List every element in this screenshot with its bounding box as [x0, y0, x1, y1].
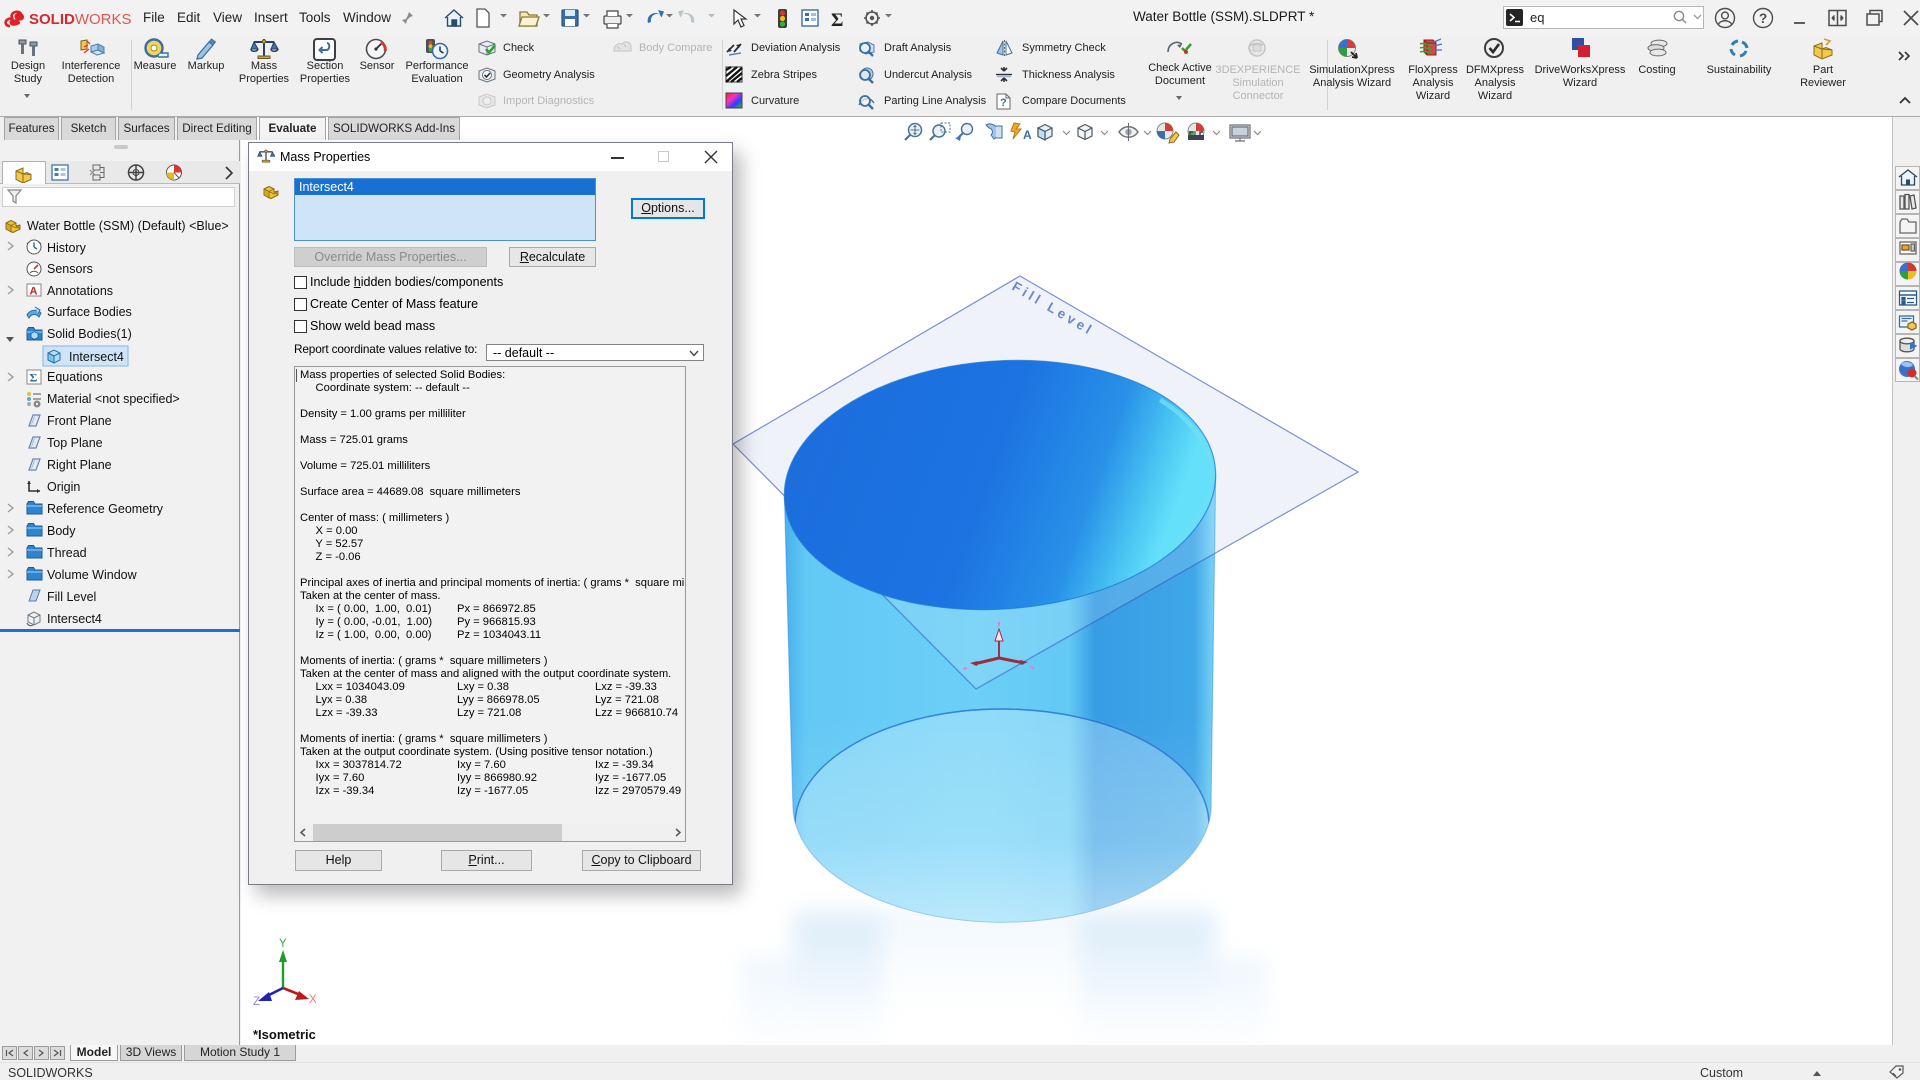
svg-text:Body: Body [47, 524, 76, 538]
svg-text:SOLIDWORKS: SOLIDWORKS [29, 11, 132, 28]
svg-text:Volume Window: Volume Window [47, 568, 138, 582]
svg-text:?: ? [1000, 97, 1007, 109]
svg-text:A: A [30, 286, 38, 298]
svg-text:Right Plane: Right Plane [47, 458, 112, 472]
svg-text:Z: Z [253, 996, 260, 1008]
svg-text:Annotations: Annotations [47, 284, 113, 298]
svg-text:Origin: Origin [47, 480, 80, 494]
svg-text:Equations: Equations [47, 370, 103, 384]
svg-text:Σ: Σ [831, 10, 843, 30]
svg-text:Water Bottle (SSM) (Default) <: Water Bottle (SSM) (Default) <Blue> [27, 219, 229, 233]
svg-text:*Isometric: *Isometric [253, 1027, 316, 1042]
svg-text:Material <not specified>: Material <not specified> [47, 392, 180, 406]
svg-text:Intersect4: Intersect4 [47, 612, 102, 626]
svg-text:Sensors: Sensors [47, 262, 93, 276]
svg-text:?: ? [1759, 11, 1767, 26]
svg-text:Solid Bodies(1): Solid Bodies(1) [47, 327, 132, 341]
svg-text:Fill Level: Fill Level [47, 590, 96, 604]
svg-text:Thread: Thread [47, 546, 87, 560]
svg-text:Y: Y [279, 938, 287, 950]
svg-text:Surface Bodies: Surface Bodies [47, 305, 132, 319]
svg-text:X: X [309, 994, 317, 1006]
svg-text:History: History [47, 241, 87, 255]
svg-text:A: A [1023, 128, 1032, 142]
svg-text:Σ: Σ [30, 371, 38, 385]
svg-text:Front Plane: Front Plane [47, 414, 112, 428]
svg-text:Intersect4: Intersect4 [69, 350, 124, 364]
svg-text:Top Plane: Top Plane [47, 436, 103, 450]
svg-text:Reference Geometry: Reference Geometry [47, 502, 164, 516]
